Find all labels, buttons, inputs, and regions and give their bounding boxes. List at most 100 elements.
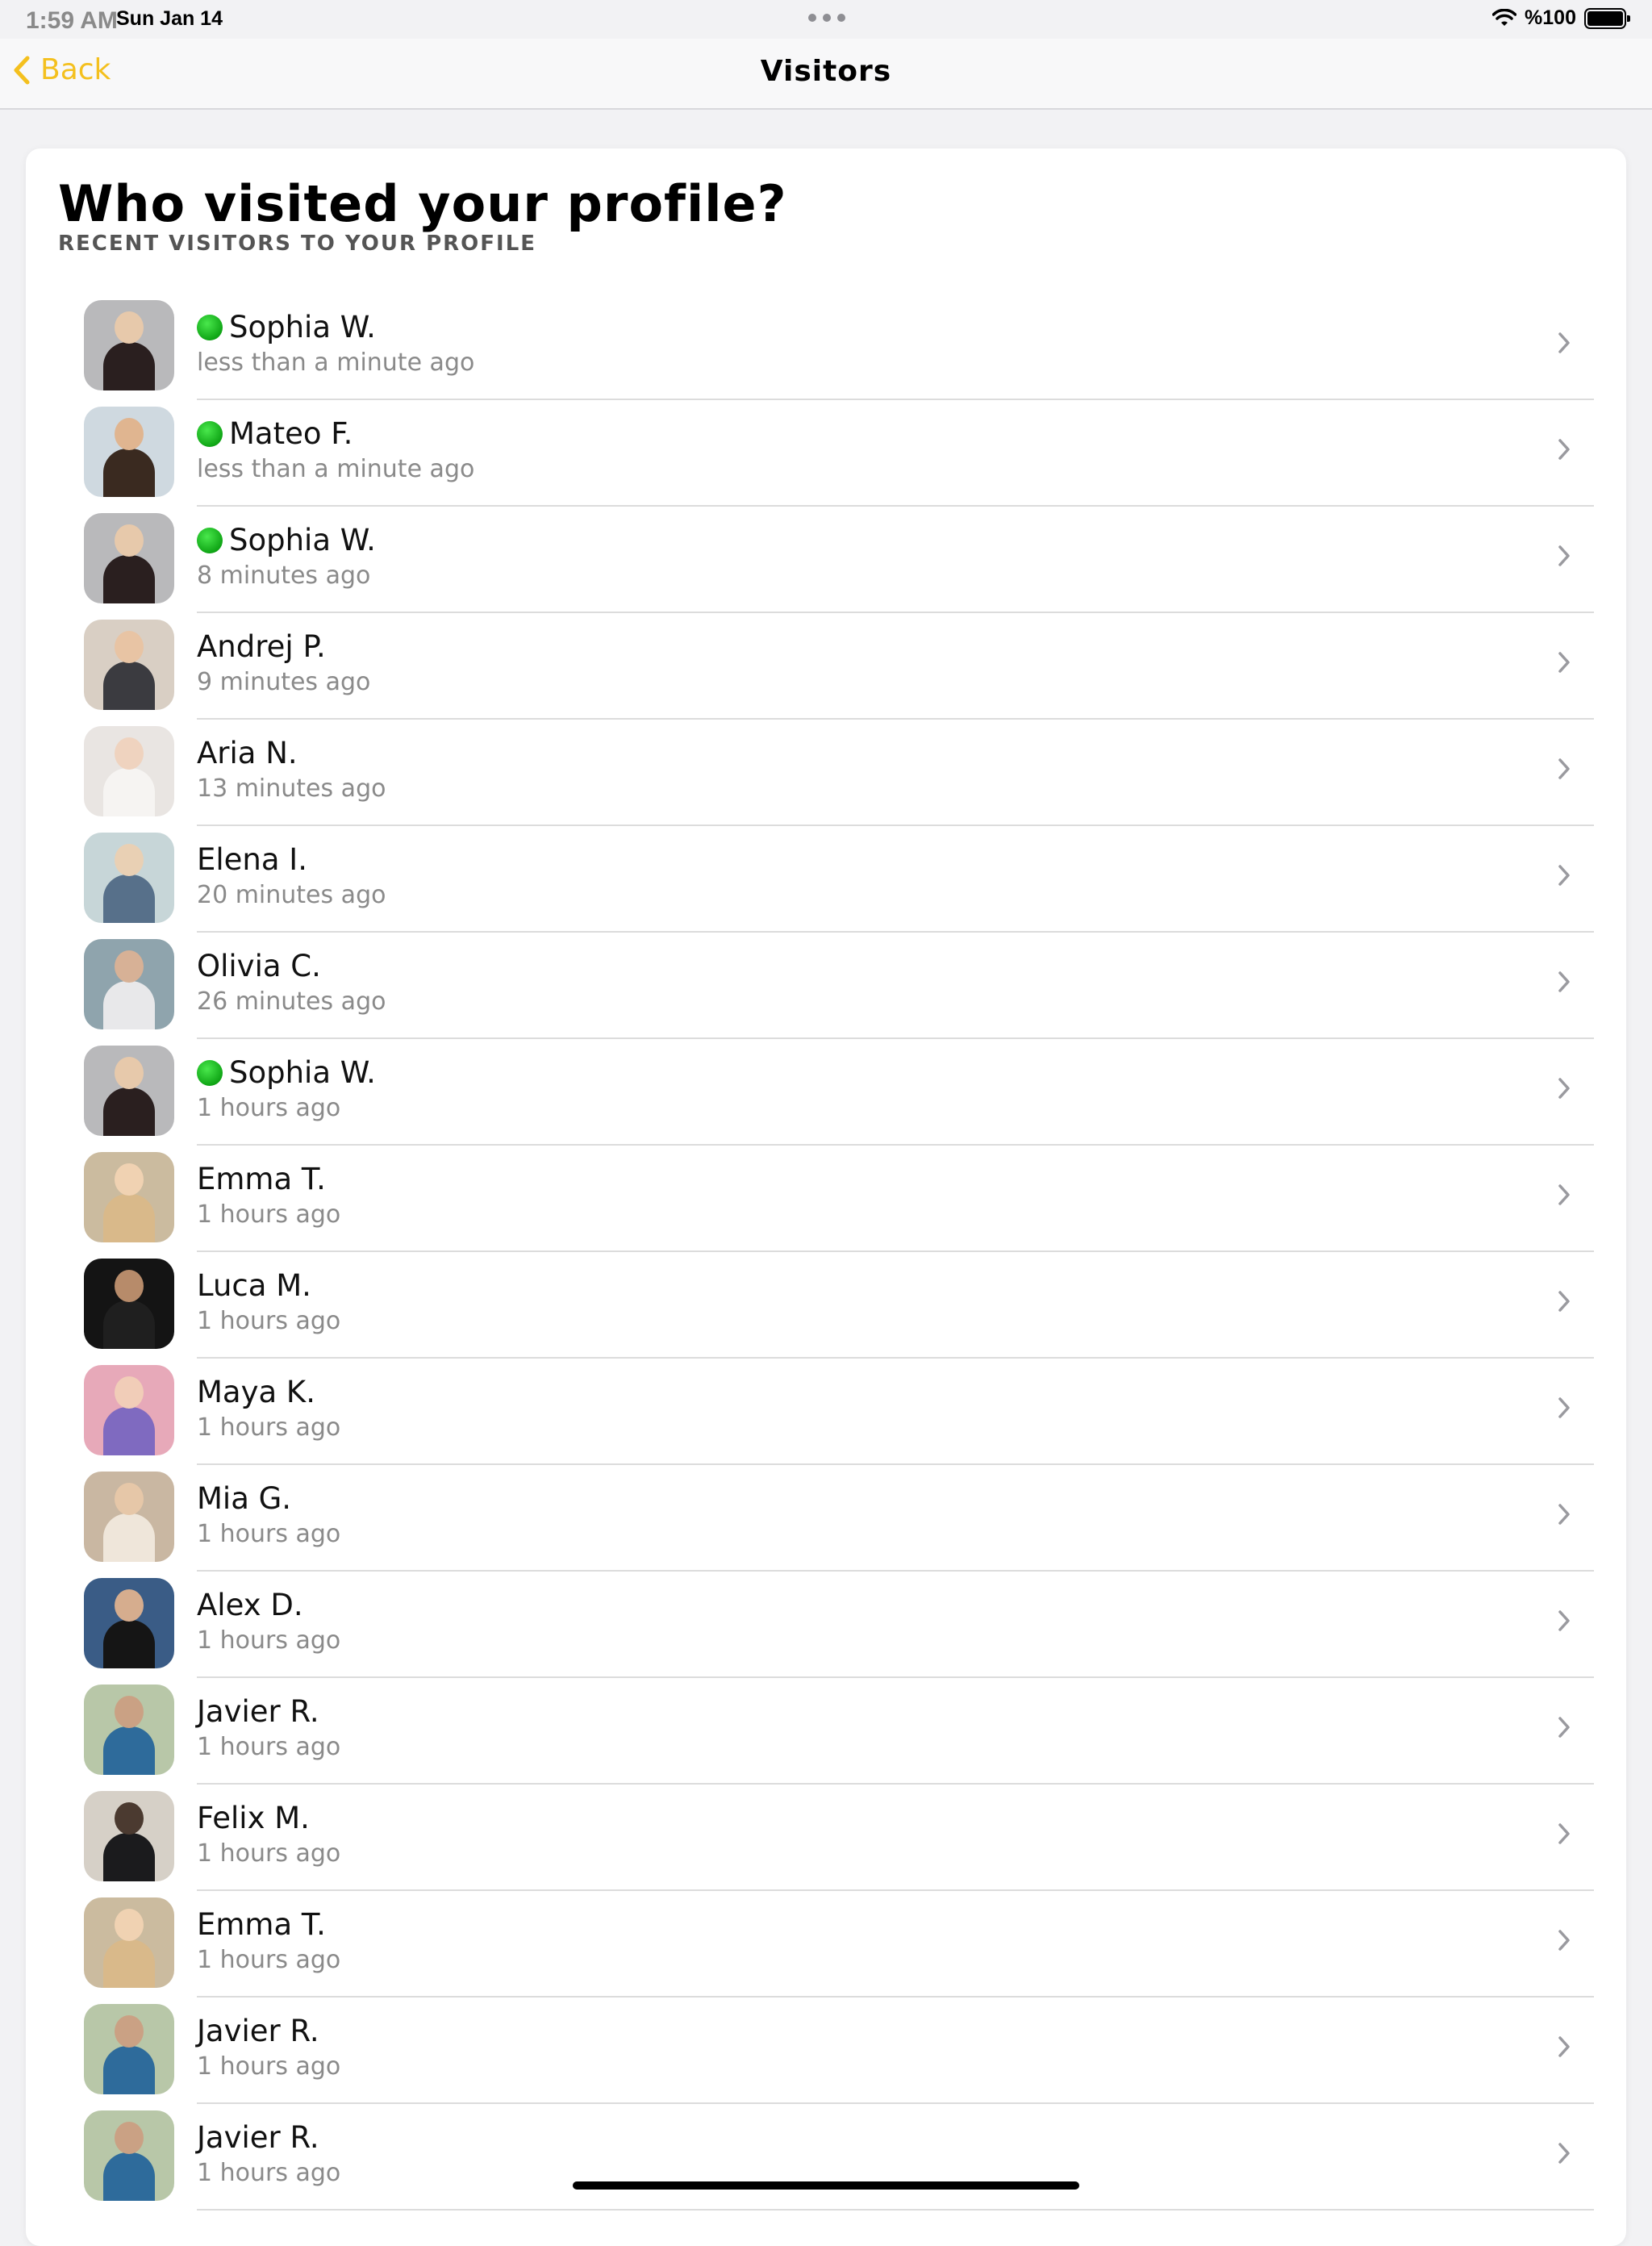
visit-time: 20 minutes ago [197,881,386,909]
avatar [84,939,174,1029]
chevron-right-icon [1558,1291,1570,1312]
visitor-row[interactable]: Sophia W. 8 minutes ago [84,507,1594,613]
visitor-name-line: Elena I. [197,842,307,877]
visitor-name: Emma T. [197,1907,326,1942]
avatar [84,1152,174,1242]
visitor-name-line: Andrej P. [197,629,326,664]
visitor-name-line: Emma T. [197,1907,326,1942]
visit-time: 1 hours ago [197,1626,341,1655]
page-title: Who visited your profile? [58,174,787,233]
visitor-name-line: Olivia C. [197,949,321,983]
avatar [84,620,174,710]
visit-time: 1 hours ago [197,1733,341,1761]
chevron-right-icon [1558,971,1570,992]
visitor-name: Javier R. [197,2120,319,2155]
avatar [84,513,174,603]
avatar [84,1684,174,1775]
visit-time: 1 hours ago [197,2052,341,2081]
visit-time: 1 hours ago [197,1413,341,1442]
chevron-right-icon [1558,545,1570,566]
visitor-row[interactable]: Sophia W. less than a minute ago [84,294,1594,400]
avatar [84,1472,174,1562]
row-divider [197,2209,1594,2211]
visitor-name: Sophia W. [229,310,376,344]
visit-time: 13 minutes ago [197,774,386,803]
visitor-row[interactable]: Emma T. 1 hours ago [84,1891,1594,1998]
visitor-row[interactable]: Mia G. 1 hours ago [84,1465,1594,1572]
chevron-right-icon [1558,1184,1570,1205]
avatar [84,300,174,390]
chevron-right-icon [1558,1397,1570,1418]
visitor-name: Alex D. [197,1588,303,1622]
visitor-row[interactable]: Maya K. 1 hours ago [84,1359,1594,1465]
chevron-right-icon [1558,1930,1570,1951]
visitor-row[interactable]: Elena I. 20 minutes ago [84,826,1594,933]
visitor-name-line: Maya K. [197,1375,315,1409]
visitor-name: Mateo F. [229,416,353,451]
chevron-right-icon [1558,1717,1570,1738]
visitor-row[interactable]: Emma T. 1 hours ago [84,1146,1594,1252]
visit-time: 1 hours ago [197,1094,341,1122]
visitor-name-line: Aria N. [197,736,298,770]
visitor-row[interactable]: Javier R. 1 hours ago [84,2104,1594,2211]
visitor-name: Mia G. [197,1481,292,1516]
chevron-right-icon [1558,865,1570,886]
nav-title: Visitors [760,55,892,88]
status-time: 1:59 AM [26,7,118,34]
visitor-name: Olivia C. [197,949,321,983]
visitor-row[interactable]: Sophia W. 1 hours ago [84,1039,1594,1146]
multitasking-dots-icon[interactable] [808,14,845,22]
online-status-icon [197,1059,223,1086]
visit-time: 1 hours ago [197,2159,341,2187]
visitor-name-line: Sophia W. [197,1055,376,1090]
home-indicator[interactable] [573,2181,1079,2190]
battery-percentage: %100 [1525,6,1576,29]
avatar [84,833,174,923]
visitor-row[interactable]: Javier R. 1 hours ago [84,1998,1594,2104]
visitors-card: Who visited your profile? RECENT VISITOR… [26,148,1626,2246]
chevron-right-icon [1558,758,1570,779]
visitor-row[interactable]: Olivia C. 26 minutes ago [84,933,1594,1039]
visitor-name: Aria N. [197,736,298,770]
chevron-right-icon [1558,2143,1570,2164]
battery-icon [1584,7,1630,29]
status-bar: 1:59 AM Sun Jan 14 %100 [0,0,1652,39]
visitor-row[interactable]: Aria N. 13 minutes ago [84,720,1594,826]
avatar [84,726,174,816]
visitor-row[interactable]: Javier R. 1 hours ago [84,1678,1594,1785]
visitor-row[interactable]: Alex D. 1 hours ago [84,1572,1594,1678]
visitor-name: Javier R. [197,1694,319,1729]
visit-time: 1 hours ago [197,1200,341,1229]
visit-time: 8 minutes ago [197,562,371,590]
visitor-row[interactable]: Luca M. 1 hours ago [84,1252,1594,1359]
chevron-right-icon [1558,652,1570,673]
chevron-right-icon [1558,439,1570,460]
avatar [84,1259,174,1349]
status-date: Sun Jan 14 [116,7,223,30]
visitor-name: Emma T. [197,1162,326,1196]
avatar [84,2110,174,2201]
visitor-name-line: Felix M. [197,1801,310,1835]
visitor-name: Felix M. [197,1801,310,1835]
chevron-right-icon [1558,1610,1570,1631]
visit-time: 1 hours ago [197,1307,341,1335]
visitor-name: Andrej P. [197,629,326,664]
visitor-name: Maya K. [197,1375,315,1409]
online-status-icon [197,420,223,447]
online-status-icon [197,527,223,553]
visitor-row[interactable]: Mateo F. less than a minute ago [84,400,1594,507]
visitor-name-line: Javier R. [197,2120,319,2155]
visitor-name-line: Emma T. [197,1162,326,1196]
visitor-list: Sophia W. less than a minute ago Mateo F. l… [84,294,1594,2211]
visitor-row[interactable]: Felix M. 1 hours ago [84,1785,1594,1891]
page-subtitle: RECENT VISITORS TO YOUR PROFILE [58,232,537,256]
visitor-row[interactable]: Andrej P. 9 minutes ago [84,613,1594,720]
visit-time: less than a minute ago [197,349,475,377]
visitor-name-line: Alex D. [197,1588,303,1622]
avatar [84,1046,174,1136]
visitor-name-line: Sophia W. [197,523,376,557]
chevron-right-icon [1558,1823,1570,1844]
visit-time: 9 minutes ago [197,668,371,696]
status-indicators: %100 [1492,6,1630,30]
visit-time: 1 hours ago [197,1839,341,1868]
